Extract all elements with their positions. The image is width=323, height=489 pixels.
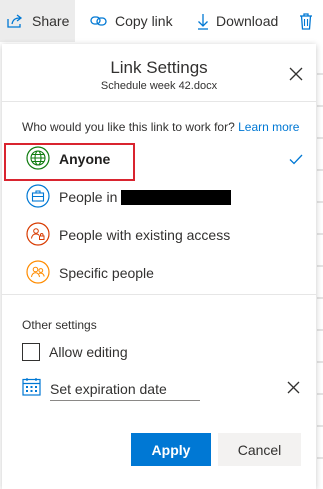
cancel-button[interactable]: Cancel [218,433,301,466]
people-lock-icon [26,222,50,246]
checkbox-box[interactable] [22,343,40,361]
option-label: Specific people [59,265,154,281]
link-icon [90,16,107,26]
clear-date-icon[interactable] [287,381,300,394]
expiration-date-field[interactable] [50,375,200,401]
copy-link-button[interactable]: Copy link [90,0,173,42]
briefcase-icon [26,184,50,208]
close-icon[interactable] [288,66,304,82]
share-label: Share [32,13,70,29]
trash-icon [300,12,312,30]
question-text: Who would you like this link to work for… [22,120,235,134]
panel-title: Link Settings [110,58,208,77]
background-document-lines [317,73,323,459]
share-button[interactable]: Share [0,0,75,42]
option-label: People with existing access [59,227,231,243]
download-label: Download [216,13,279,29]
calendar-icon [22,378,41,396]
people-icon [26,260,50,284]
link-settings-panel: Link Settings Schedule week 42.docx Who … [2,44,316,489]
option-people-in-org[interactable]: People in [2,178,316,216]
allow-editing-label: Allow editing [49,344,128,360]
panel-header: Link Settings Schedule week 42.docx [2,44,316,102]
download-icon [198,13,208,30]
download-button[interactable]: Download [197,0,278,42]
option-label: People in [59,189,118,205]
command-bar: Share Copy link Download [0,0,323,42]
apply-button[interactable]: Apply [131,433,211,466]
link-audience-question: Who would you like this link to work for… [22,120,299,134]
divider [2,294,316,295]
checkmark-icon [289,154,303,165]
copy-link-label: Copy link [115,13,173,29]
share-icon [7,14,23,28]
redacted-organization-name [121,190,231,205]
other-settings-heading: Other settings [22,318,97,332]
delete-button[interactable] [299,0,313,42]
allow-editing-checkbox[interactable]: Allow editing [22,341,128,363]
option-existing-access[interactable]: People with existing access [2,216,316,254]
option-specific-people[interactable]: Specific people [2,254,316,292]
file-name: Schedule week 42.docx [100,80,218,92]
learn-more-link[interactable]: Learn more [238,120,299,134]
selection-highlight [4,143,135,181]
